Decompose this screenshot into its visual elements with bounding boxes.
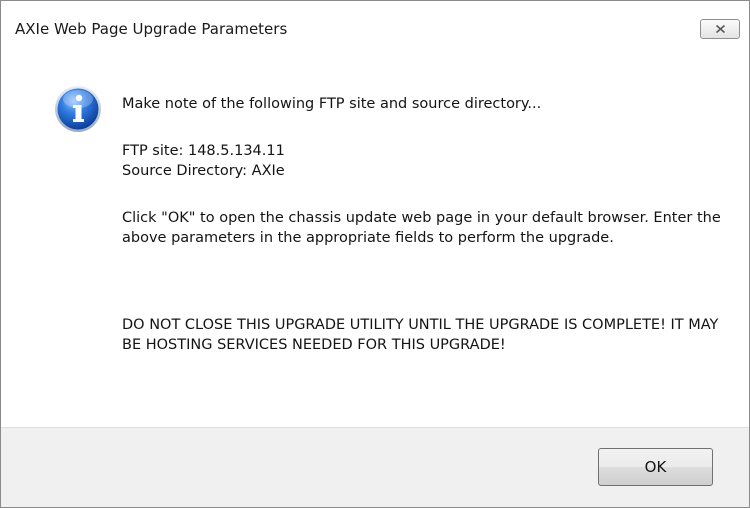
close-icon xyxy=(715,24,726,34)
source-directory-text: Source Directory: AXIe xyxy=(122,163,285,179)
dialog-window: AXIe Web Page Upgrade Parameters Make no… xyxy=(0,0,750,508)
close-button[interactable] xyxy=(700,19,740,39)
warning-text: DO NOT CLOSE THIS UPGRADE UTILITY UNTIL … xyxy=(122,317,719,353)
ftp-site-text: FTP site: 148.5.134.11 xyxy=(122,143,285,159)
information-icon xyxy=(55,86,101,132)
title-bar[interactable]: AXIe Web Page Upgrade Parameters xyxy=(1,1,749,53)
dialog-content: Make note of the following FTP site and … xyxy=(1,53,749,427)
message-intro: Make note of the following FTP site and … xyxy=(122,96,542,112)
instructions-text: Click "OK" to open the chassis update we… xyxy=(122,210,721,246)
window-title: AXIe Web Page Upgrade Parameters xyxy=(15,20,288,38)
button-bar: OK xyxy=(1,427,749,507)
ok-button[interactable]: OK xyxy=(598,448,713,486)
